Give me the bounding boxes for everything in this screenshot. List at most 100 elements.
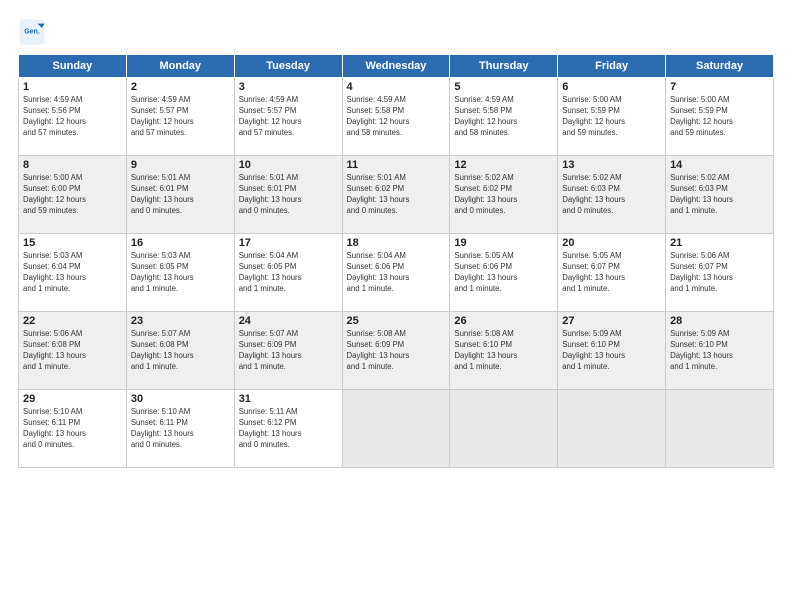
day-number: 27	[562, 315, 661, 327]
cell-info: Sunrise: 5:09 AM Sunset: 6:10 PM Dayligh…	[670, 329, 769, 373]
logo: Gen.	[18, 18, 50, 46]
day-number: 11	[347, 159, 446, 171]
svg-text:Gen.: Gen.	[24, 28, 40, 35]
day-number: 24	[239, 315, 338, 327]
cell-info: Sunrise: 4:59 AM Sunset: 5:58 PM Dayligh…	[347, 95, 446, 139]
cal-cell	[558, 390, 666, 468]
day-number: 6	[562, 81, 661, 93]
cal-cell: 31 Sunrise: 5:11 AM Sunset: 6:12 PM Dayli…	[234, 390, 342, 468]
day-number: 26	[454, 315, 553, 327]
col-header-monday: Monday	[126, 55, 234, 78]
cal-cell: 11 Sunrise: 5:01 AM Sunset: 6:02 PM Dayli…	[342, 156, 450, 234]
cal-cell: 5 Sunrise: 4:59 AM Sunset: 5:58 PM Daylig…	[450, 78, 558, 156]
day-number: 9	[131, 159, 230, 171]
cell-info: Sunrise: 5:10 AM Sunset: 6:11 PM Dayligh…	[23, 407, 122, 451]
cell-info: Sunrise: 4:59 AM Sunset: 5:58 PM Dayligh…	[454, 95, 553, 139]
day-number: 8	[23, 159, 122, 171]
col-header-thursday: Thursday	[450, 55, 558, 78]
col-header-wednesday: Wednesday	[342, 55, 450, 78]
cal-cell: 22 Sunrise: 5:06 AM Sunset: 6:08 PM Dayli…	[19, 312, 127, 390]
day-number: 18	[347, 237, 446, 249]
day-number: 17	[239, 237, 338, 249]
cell-info: Sunrise: 5:07 AM Sunset: 6:09 PM Dayligh…	[239, 329, 338, 373]
cal-cell: 2 Sunrise: 4:59 AM Sunset: 5:57 PM Daylig…	[126, 78, 234, 156]
cell-info: Sunrise: 5:02 AM Sunset: 6:03 PM Dayligh…	[562, 173, 661, 217]
cal-cell: 25 Sunrise: 5:08 AM Sunset: 6:09 PM Dayli…	[342, 312, 450, 390]
day-number: 1	[23, 81, 122, 93]
day-number: 22	[23, 315, 122, 327]
cell-info: Sunrise: 5:05 AM Sunset: 6:06 PM Dayligh…	[454, 251, 553, 295]
day-number: 4	[347, 81, 446, 93]
day-number: 20	[562, 237, 661, 249]
cell-info: Sunrise: 4:59 AM Sunset: 5:56 PM Dayligh…	[23, 95, 122, 139]
cal-cell: 4 Sunrise: 4:59 AM Sunset: 5:58 PM Daylig…	[342, 78, 450, 156]
cal-cell	[666, 390, 774, 468]
day-number: 5	[454, 81, 553, 93]
cal-cell: 29 Sunrise: 5:10 AM Sunset: 6:11 PM Dayli…	[19, 390, 127, 468]
day-number: 31	[239, 393, 338, 405]
col-header-friday: Friday	[558, 55, 666, 78]
day-number: 13	[562, 159, 661, 171]
cal-cell: 30 Sunrise: 5:10 AM Sunset: 6:11 PM Dayli…	[126, 390, 234, 468]
cal-cell: 26 Sunrise: 5:08 AM Sunset: 6:10 PM Dayli…	[450, 312, 558, 390]
day-number: 12	[454, 159, 553, 171]
cell-info: Sunrise: 5:08 AM Sunset: 6:10 PM Dayligh…	[454, 329, 553, 373]
cell-info: Sunrise: 5:06 AM Sunset: 6:08 PM Dayligh…	[23, 329, 122, 373]
cell-info: Sunrise: 5:07 AM Sunset: 6:08 PM Dayligh…	[131, 329, 230, 373]
cell-info: Sunrise: 5:02 AM Sunset: 6:02 PM Dayligh…	[454, 173, 553, 217]
day-number: 10	[239, 159, 338, 171]
day-number: 19	[454, 237, 553, 249]
cell-info: Sunrise: 5:00 AM Sunset: 6:00 PM Dayligh…	[23, 173, 122, 217]
cal-cell: 13 Sunrise: 5:02 AM Sunset: 6:03 PM Dayli…	[558, 156, 666, 234]
calendar-table: SundayMondayTuesdayWednesdayThursdayFrid…	[18, 54, 774, 468]
cal-cell: 7 Sunrise: 5:00 AM Sunset: 5:59 PM Daylig…	[666, 78, 774, 156]
cal-cell: 6 Sunrise: 5:00 AM Sunset: 5:59 PM Daylig…	[558, 78, 666, 156]
col-header-sunday: Sunday	[19, 55, 127, 78]
col-header-saturday: Saturday	[666, 55, 774, 78]
cell-info: Sunrise: 5:02 AM Sunset: 6:03 PM Dayligh…	[670, 173, 769, 217]
cell-info: Sunrise: 5:00 AM Sunset: 5:59 PM Dayligh…	[670, 95, 769, 139]
cell-info: Sunrise: 5:06 AM Sunset: 6:07 PM Dayligh…	[670, 251, 769, 295]
day-number: 30	[131, 393, 230, 405]
day-number: 3	[239, 81, 338, 93]
cal-cell: 23 Sunrise: 5:07 AM Sunset: 6:08 PM Dayli…	[126, 312, 234, 390]
day-number: 29	[23, 393, 122, 405]
cell-info: Sunrise: 5:01 AM Sunset: 6:01 PM Dayligh…	[131, 173, 230, 217]
day-number: 7	[670, 81, 769, 93]
day-number: 21	[670, 237, 769, 249]
logo-icon: Gen.	[18, 18, 46, 46]
cal-cell: 20 Sunrise: 5:05 AM Sunset: 6:07 PM Dayli…	[558, 234, 666, 312]
cell-info: Sunrise: 5:01 AM Sunset: 6:01 PM Dayligh…	[239, 173, 338, 217]
cal-cell: 10 Sunrise: 5:01 AM Sunset: 6:01 PM Dayli…	[234, 156, 342, 234]
day-number: 2	[131, 81, 230, 93]
cal-cell	[342, 390, 450, 468]
cell-info: Sunrise: 5:01 AM Sunset: 6:02 PM Dayligh…	[347, 173, 446, 217]
col-header-tuesday: Tuesday	[234, 55, 342, 78]
cal-cell	[450, 390, 558, 468]
cal-cell: 27 Sunrise: 5:09 AM Sunset: 6:10 PM Dayli…	[558, 312, 666, 390]
cell-info: Sunrise: 5:03 AM Sunset: 6:05 PM Dayligh…	[131, 251, 230, 295]
cell-info: Sunrise: 4:59 AM Sunset: 5:57 PM Dayligh…	[131, 95, 230, 139]
cal-cell: 14Sunrise: 5:02 AM Sunset: 6:03 PM Dayli…	[666, 156, 774, 234]
cell-info: Sunrise: 5:08 AM Sunset: 6:09 PM Dayligh…	[347, 329, 446, 373]
cell-info: Sunrise: 5:04 AM Sunset: 6:06 PM Dayligh…	[347, 251, 446, 295]
cal-cell: 8 Sunrise: 5:00 AM Sunset: 6:00 PM Daylig…	[19, 156, 127, 234]
day-number: 25	[347, 315, 446, 327]
day-number: 23	[131, 315, 230, 327]
cal-cell: 1 Sunrise: 4:59 AM Sunset: 5:56 PM Daylig…	[19, 78, 127, 156]
cell-info: Sunrise: 5:11 AM Sunset: 6:12 PM Dayligh…	[239, 407, 338, 451]
cell-info: Sunrise: 5:03 AM Sunset: 6:04 PM Dayligh…	[23, 251, 122, 295]
cal-cell: 24 Sunrise: 5:07 AM Sunset: 6:09 PM Dayli…	[234, 312, 342, 390]
day-number: 16	[131, 237, 230, 249]
page-header: Gen.	[18, 18, 774, 46]
cal-cell: 12 Sunrise: 5:02 AM Sunset: 6:02 PM Dayli…	[450, 156, 558, 234]
cell-info: Sunrise: 5:00 AM Sunset: 5:59 PM Dayligh…	[562, 95, 661, 139]
day-number: 15	[23, 237, 122, 249]
cal-cell: 17Sunrise: 5:04 AM Sunset: 6:05 PM Dayli…	[234, 234, 342, 312]
cell-info: Sunrise: 5:09 AM Sunset: 6:10 PM Dayligh…	[562, 329, 661, 373]
cell-info: Sunrise: 5:10 AM Sunset: 6:11 PM Dayligh…	[131, 407, 230, 451]
cal-cell: 19 Sunrise: 5:05 AM Sunset: 6:06 PM Dayli…	[450, 234, 558, 312]
cal-cell: 15 Sunrise: 5:03 AM Sunset: 6:04 PM Dayli…	[19, 234, 127, 312]
cell-info: Sunrise: 5:05 AM Sunset: 6:07 PM Dayligh…	[562, 251, 661, 295]
cal-cell: 3Sunrise: 4:59 AM Sunset: 5:57 PM Daylig…	[234, 78, 342, 156]
